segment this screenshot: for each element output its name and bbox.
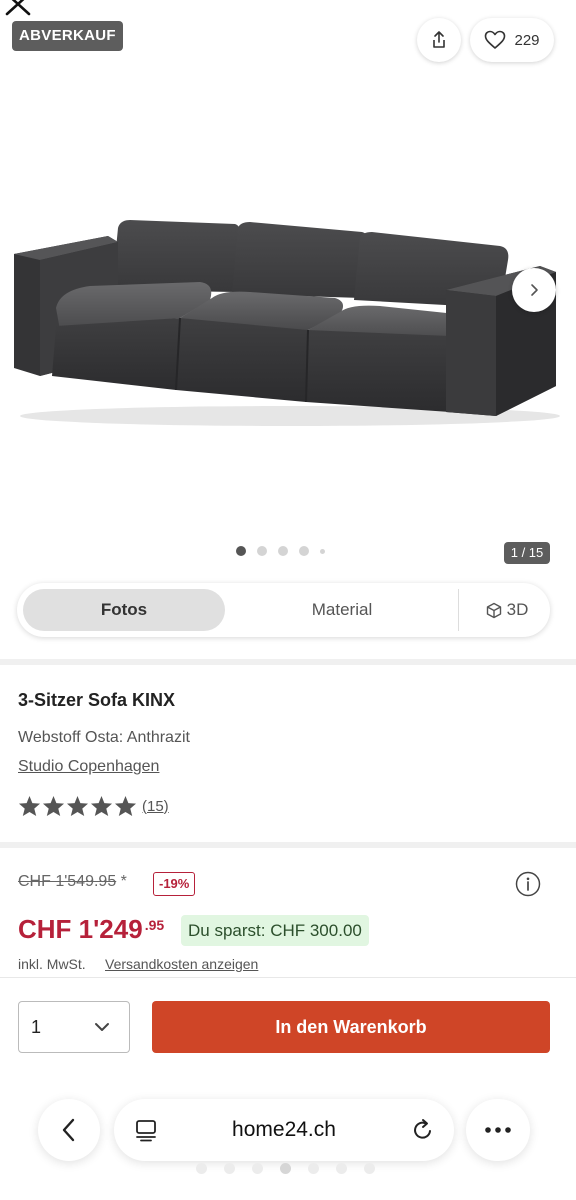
star-icon	[42, 795, 65, 817]
brand-link[interactable]: Studio Copenhagen	[18, 758, 159, 776]
product-rating[interactable]: (15)	[18, 795, 169, 817]
chevron-right-icon	[531, 284, 538, 296]
browser-tab-dot	[252, 1163, 263, 1174]
browser-tab-dot	[364, 1163, 375, 1174]
tab-fotos[interactable]: Fotos	[23, 589, 225, 631]
heart-icon	[485, 30, 506, 49]
browser-url: home24.ch	[232, 1118, 336, 1141]
info-icon[interactable]	[515, 871, 541, 897]
old-price-value: CHF 1'549.95	[18, 873, 117, 890]
media-tabs: Fotos Material 3D	[17, 583, 550, 637]
sticky-buy-bar: 1 In den Warenkorb home24.ch	[0, 977, 576, 1200]
price-main: CHF 1'249	[18, 914, 143, 944]
cube-3d-icon	[486, 602, 501, 618]
vat-note: inkl. MwSt.	[18, 956, 86, 972]
browser-tab-dot	[336, 1163, 347, 1174]
browser-tab-dot	[308, 1163, 319, 1174]
product-variant: Webstoff Osta: Anthrazit	[18, 729, 190, 746]
browser-more-button[interactable]	[466, 1099, 530, 1161]
savings-badge: Du sparst: CHF 300.00	[181, 915, 369, 946]
star-icon	[18, 795, 41, 817]
old-price-marker: *	[120, 873, 127, 890]
gallery-dot[interactable]	[257, 546, 267, 556]
close-icon[interactable]	[2, 0, 34, 20]
gallery-dot[interactable]	[278, 546, 288, 556]
review-count[interactable]: (15)	[142, 798, 169, 815]
browser-back-button[interactable]	[38, 1099, 100, 1161]
product-gallery[interactable]: ABVERKAUF 229 1 / 15	[0, 0, 576, 580]
tab-3d-label: 3D	[506, 600, 529, 619]
chevron-down-icon	[95, 1023, 109, 1031]
image-counter: 1 / 15	[504, 542, 550, 564]
browser-tab-dot	[280, 1163, 291, 1174]
gallery-pagination	[236, 546, 325, 556]
tab-divider	[458, 589, 459, 631]
favorite-count: 229	[514, 31, 540, 49]
product-title: 3-Sitzer Sofa KINX	[18, 690, 176, 710]
browser-tab-dot	[224, 1163, 235, 1174]
sofa-photo	[14, 220, 560, 426]
sale-badge: ABVERKAUF	[12, 21, 123, 51]
star-icon	[90, 795, 113, 817]
tab-material[interactable]: Material	[242, 589, 442, 631]
current-price: CHF 1'249 .95	[18, 914, 164, 945]
old-price: CHF 1'549.95 *	[18, 873, 127, 891]
section-divider	[0, 659, 576, 665]
section-divider	[0, 842, 576, 848]
shipping-link[interactable]: Versandkosten anzeigen	[105, 956, 258, 972]
share-icon	[433, 31, 445, 48]
star-icon	[66, 795, 89, 817]
gallery-dot[interactable]	[236, 546, 246, 556]
add-to-cart-button[interactable]: In den Warenkorb	[152, 1001, 550, 1053]
browser-tab-dots	[196, 1163, 375, 1174]
back-icon	[62, 1118, 75, 1142]
tab-3d[interactable]: 3D	[467, 589, 547, 631]
browser-address-bar[interactable]: home24.ch	[114, 1099, 454, 1161]
gallery-dot[interactable]	[320, 548, 325, 554]
browser-tab-dot	[196, 1163, 207, 1174]
price-cents: .95	[144, 917, 165, 933]
quantity-value: 1	[31, 1017, 42, 1037]
quantity-select[interactable]: 1	[18, 1001, 130, 1053]
favorite-button[interactable]: 229	[470, 18, 554, 62]
discount-badge: -19%	[153, 872, 196, 896]
reload-icon[interactable]	[410, 1117, 436, 1143]
star-icon	[114, 795, 137, 817]
more-icon	[485, 1127, 511, 1133]
next-image-button[interactable]	[512, 268, 556, 312]
gallery-dot[interactable]	[299, 546, 309, 556]
share-button[interactable]	[417, 18, 461, 62]
